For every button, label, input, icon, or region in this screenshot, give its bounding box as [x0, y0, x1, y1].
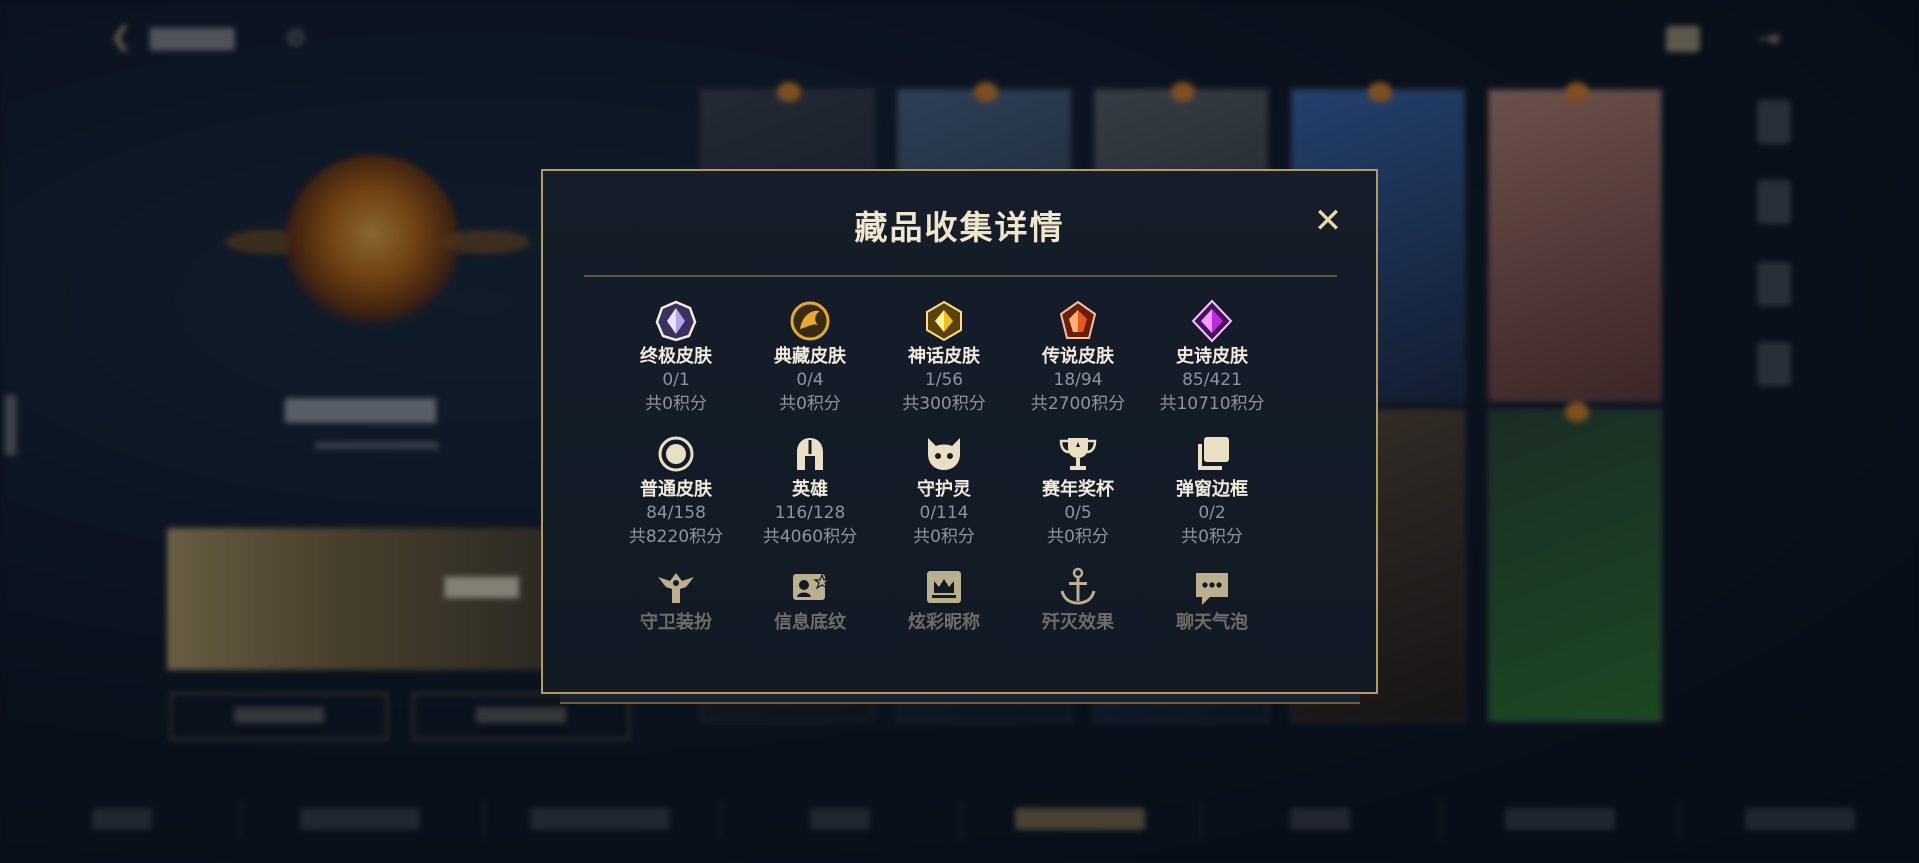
collection-item-count: 0/114	[919, 503, 969, 523]
collection-item[interactable]: 赛年奖杯 0/5 共0积分	[1011, 432, 1145, 549]
mythic-skin-icon	[922, 299, 966, 343]
collection-item-count: 0/2	[1198, 503, 1226, 523]
collection-item-score: 共0积分	[1047, 527, 1109, 547]
collection-item[interactable]: 歼灭效果	[1011, 565, 1145, 634]
collection-item[interactable]: 史诗皮肤 85/421 共10710积分	[1145, 299, 1279, 416]
collection-item[interactable]: 弹窗边框 0/2 共0积分	[1145, 432, 1279, 549]
modal-title: 藏品收集详情	[854, 208, 1065, 247]
collection-details-modal: 藏品收集详情 ✕ 终极皮肤 0/1 共0积分 典藏皮肤 0/4 共0积分 神话皮肤 1/56 共…	[541, 169, 1378, 694]
collection-item[interactable]: 英雄 116/128 共4060积分	[743, 432, 877, 549]
collection-item[interactable]: 终极皮肤 0/1 共0积分	[609, 299, 743, 416]
collection-item[interactable]: 传说皮肤 18/94 共2700积分	[1011, 299, 1145, 416]
collection-item-count: 1/56	[924, 370, 964, 390]
collection-item-name: 弹窗边框	[1176, 479, 1248, 500]
legendary-skin-icon	[1056, 299, 1100, 343]
popup-frame-icon	[1190, 432, 1234, 476]
collection-item-count: 85/421	[1182, 370, 1242, 390]
epic-skin-icon	[1190, 299, 1234, 343]
trophy-icon	[1056, 432, 1100, 476]
collection-item-name: 典藏皮肤	[774, 346, 846, 367]
guardian-spirit-icon	[922, 432, 966, 476]
collection-item-name: 史诗皮肤	[1176, 346, 1248, 367]
collection-item-score: 共0积分	[913, 527, 975, 547]
ward-skin-icon	[654, 565, 698, 609]
collection-item[interactable]: 守护灵 0/114 共0积分	[877, 432, 1011, 549]
collection-item[interactable]: 普通皮肤 84/158 共8220积分	[609, 432, 743, 549]
collection-item-score: 共0积分	[1181, 527, 1243, 547]
colorful-nickname-icon	[922, 565, 966, 609]
info-card-icon	[788, 565, 832, 609]
collection-item-name: 赛年奖杯	[1042, 479, 1114, 500]
collection-item-name: 普通皮肤	[640, 479, 712, 500]
collection-item-score: 共2700积分	[1030, 394, 1126, 414]
collection-item-score: 共0积分	[779, 394, 841, 414]
collection-item-score: 共4060积分	[762, 527, 858, 547]
standard-skin-icon	[654, 432, 698, 476]
divider	[584, 275, 1337, 277]
collection-item-name: 炫彩昵称	[908, 612, 980, 633]
chat-bubble-icon	[1190, 565, 1234, 609]
collection-item-count: 84/158	[646, 503, 706, 523]
collection-item-name: 神话皮肤	[908, 346, 980, 367]
close-button[interactable]: ✕	[1308, 201, 1348, 241]
collection-item-score: 共10710积分	[1159, 394, 1265, 414]
collection-item-score: 共300积分	[902, 394, 986, 414]
elimination-effect-icon	[1056, 565, 1100, 609]
collection-item-score: 共0积分	[645, 394, 707, 414]
collection-item[interactable]: 典藏皮肤 0/4 共0积分	[743, 299, 877, 416]
prestige-skin-icon	[788, 299, 832, 343]
collection-item-name: 传说皮肤	[1042, 346, 1114, 367]
ultimate-skin-icon	[654, 299, 698, 343]
champion-helmet-icon	[788, 432, 832, 476]
collection-item-count: 18/94	[1053, 370, 1103, 390]
collection-item-name: 信息底纹	[774, 612, 846, 633]
collection-item[interactable]: 守卫装扮	[609, 565, 743, 634]
collection-item-name: 歼灭效果	[1042, 612, 1114, 633]
collection-item-name: 守护灵	[917, 479, 971, 500]
collection-item-count: 0/5	[1064, 503, 1092, 523]
collection-item-name: 终极皮肤	[640, 346, 712, 367]
collection-item[interactable]: 炫彩昵称	[877, 565, 1011, 634]
collection-item[interactable]: 聊天气泡	[1145, 565, 1279, 634]
collection-item-name: 守卫装扮	[640, 612, 712, 633]
collection-item-count: 0/4	[796, 370, 824, 390]
collection-item-score: 共8220积分	[628, 527, 724, 547]
collection-item-name: 英雄	[792, 479, 828, 500]
collection-item[interactable]: 神话皮肤 1/56 共300积分	[877, 299, 1011, 416]
collection-item-count: 0/1	[662, 370, 690, 390]
collection-item-count: 116/128	[774, 503, 846, 523]
collection-item-name: 聊天气泡	[1176, 612, 1248, 633]
collection-item[interactable]: 信息底纹	[743, 565, 877, 634]
